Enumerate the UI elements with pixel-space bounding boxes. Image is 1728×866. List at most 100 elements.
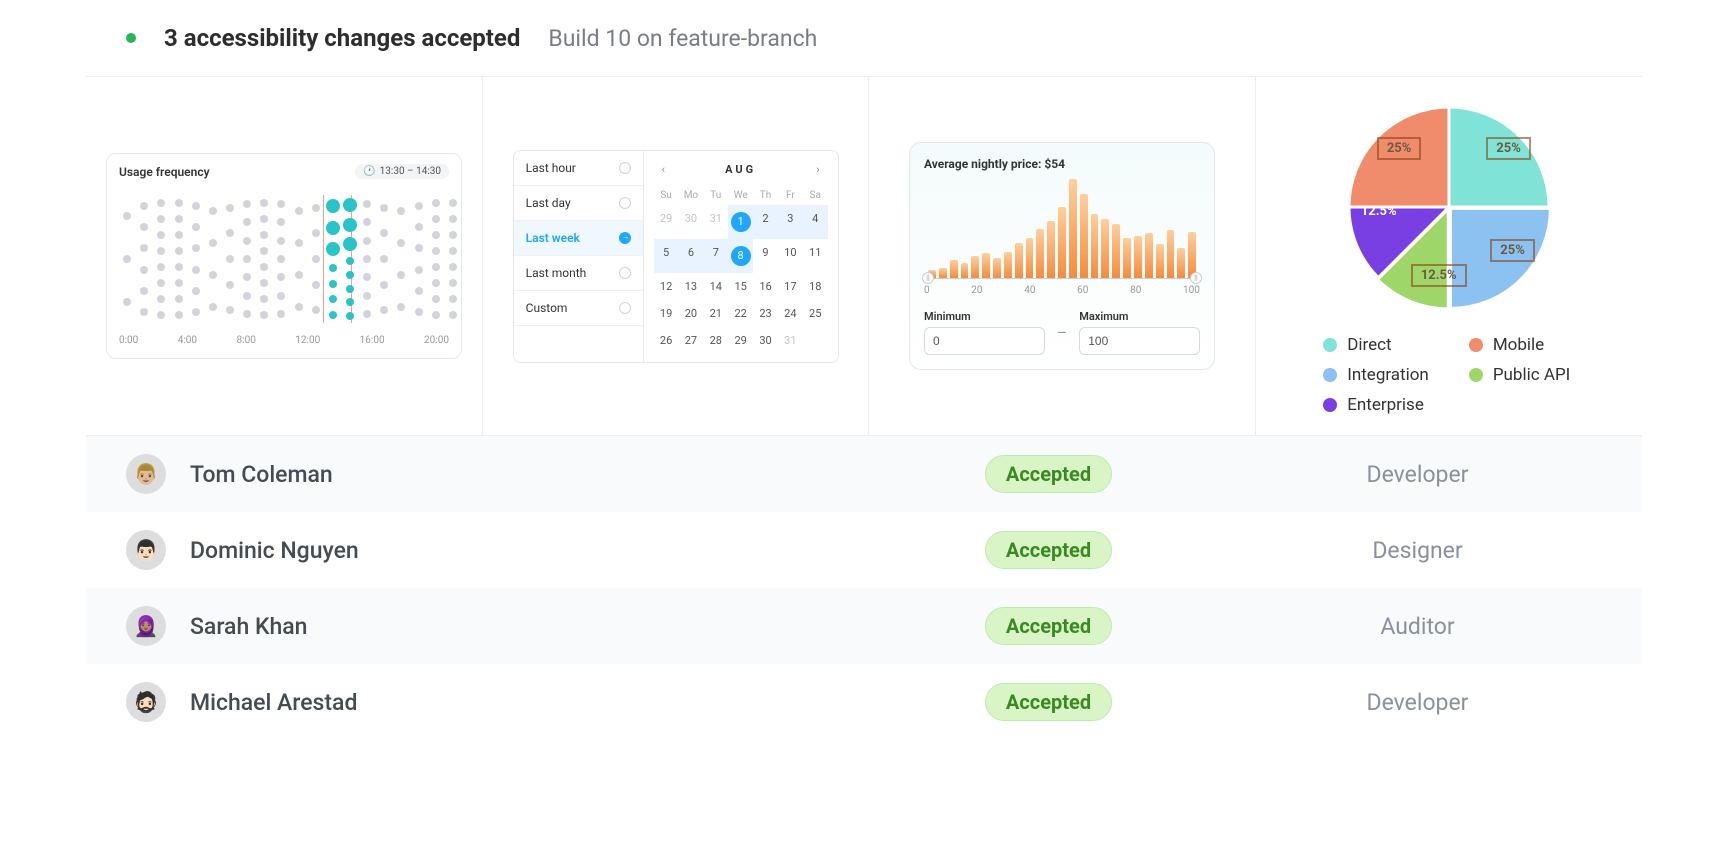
calendar-day[interactable]: 1 (728, 205, 753, 239)
chevron-left-icon[interactable]: ‹ (656, 161, 671, 178)
calendar-day[interactable]: 24 (778, 300, 803, 327)
app-root: 3 accessibility changes accepted Build 1… (86, 0, 1642, 740)
swatch-icon (1323, 338, 1337, 352)
status-dot-icon (126, 33, 136, 43)
status-badge: Accepted (985, 531, 1112, 569)
calendar-day[interactable]: 17 (778, 273, 803, 300)
reviewer-row: 🧔🏻Michael ArestadAcceptedDeveloper (86, 664, 1642, 740)
calendar-day[interactable]: 30 (753, 327, 778, 354)
calendar-day[interactable]: 20 (679, 300, 704, 327)
calendar-day[interactable]: 2 (753, 205, 778, 239)
chevron-right-icon[interactable]: › (810, 161, 825, 178)
preset-label: Custom (526, 301, 568, 315)
legend-label: Public API (1493, 365, 1570, 385)
radio-icon (619, 267, 631, 279)
calendar-card: Last hour Last dayLast week Last month Cust… (513, 150, 839, 363)
usage-column (378, 195, 390, 323)
pie-chart: 25% 25% 12.5% 12.5% 25% (1339, 97, 1559, 317)
calendar-day[interactable]: 31 (778, 327, 803, 354)
calendar-day[interactable]: 4 (803, 205, 828, 239)
usage-column (173, 195, 185, 323)
calendar-day[interactable]: 13 (679, 273, 704, 300)
histogram-bar (1112, 224, 1120, 278)
pie-card: 25% 25% 12.5% 12.5% 25% DirectMobileInte… (1323, 97, 1574, 415)
swatch-icon (1323, 398, 1337, 412)
calendar-day[interactable]: 31 (703, 205, 728, 239)
calendar-day[interactable]: 6 (679, 239, 704, 273)
dow-label: We (728, 186, 753, 205)
histogram-title: Average nightly price: $54 (924, 157, 1200, 171)
calendar-day[interactable]: 19 (654, 300, 679, 327)
calendar-day[interactable]: 8 (728, 239, 753, 273)
time-badge-text: 13:30 – 14:30 (380, 166, 441, 177)
calendar-day[interactable]: 29 (654, 205, 679, 239)
calendar-day[interactable]: 28 (703, 327, 728, 354)
calendar-preset[interactable]: Last week (514, 221, 643, 256)
axis-tick: 20 (971, 285, 982, 296)
calendar-day[interactable]: 22 (728, 300, 753, 327)
panel-histogram[interactable]: Average nightly price: $54 || || 0204060… (869, 77, 1255, 435)
slider-handle-max[interactable]: || (1190, 272, 1202, 284)
calendar-day[interactable]: 29 (728, 327, 753, 354)
axis-tick: 20:00 (424, 335, 449, 346)
panel-calendar[interactable]: Last hour Last dayLast week Last month Cust… (483, 77, 869, 435)
calendar-day[interactable]: 15 (728, 273, 753, 300)
calendar-day[interactable]: 9 (753, 239, 778, 273)
histogram-bar (1123, 238, 1131, 278)
preset-label: Last month (526, 266, 587, 280)
thumbnails-row: Usage frequency 🕐 13:30 – 14:30 0:004:00… (86, 77, 1642, 436)
calendar-day[interactable]: 5 (654, 239, 679, 273)
calendar-day[interactable]: 18 (803, 273, 828, 300)
axis-tick: 8:00 (237, 335, 256, 346)
calendar-day[interactable]: 23 (753, 300, 778, 327)
calendar-day[interactable]: 7 (703, 239, 728, 273)
histogram-plot: || || (924, 179, 1200, 279)
calendar-day[interactable]: 3 (778, 205, 803, 239)
calendar-day[interactable]: 26 (654, 327, 679, 354)
calendar-preset[interactable]: Last hour (514, 151, 643, 186)
legend-label: Integration (1347, 365, 1429, 385)
min-input[interactable] (924, 327, 1045, 355)
calendar-day[interactable]: 25 (803, 300, 828, 327)
calendar-day[interactable]: 10 (778, 239, 803, 273)
legend-label: Enterprise (1347, 395, 1424, 415)
reviewer-name: Michael Arestad (190, 689, 357, 716)
axis-tick: 0 (924, 285, 930, 296)
usage-column (430, 195, 442, 323)
calendar-day[interactable]: 27 (679, 327, 704, 354)
panel-pie[interactable]: 25% 25% 12.5% 12.5% 25% DirectMobileInte… (1256, 77, 1642, 435)
page-title: 3 accessibility changes accepted (164, 24, 520, 52)
preset-label: Last hour (526, 161, 576, 175)
axis-tick: 12:00 (295, 335, 320, 346)
calendar-day[interactable]: 14 (703, 273, 728, 300)
slice-label: 25% (1377, 137, 1422, 160)
calendar-day[interactable]: 16 (753, 273, 778, 300)
radio-icon (619, 162, 631, 174)
calendar-day[interactable]: 21 (703, 300, 728, 327)
calendar-preset[interactable]: Last month (514, 256, 643, 291)
histogram-bar (1080, 194, 1088, 278)
histogram-bar (1004, 252, 1012, 278)
axis-tick: 4:00 (178, 335, 197, 346)
usage-axis: 0:004:008:0012:0016:0020:00 (107, 329, 461, 358)
calendar-day[interactable]: 12 (654, 273, 679, 300)
usage-card: Usage frequency 🕐 13:30 – 14:30 0:004:00… (106, 153, 462, 359)
usage-column (241, 195, 253, 323)
reviewer-identity: 👨🏼 Tom Coleman (126, 454, 864, 494)
usage-column (413, 195, 425, 323)
calendar-day[interactable]: 11 (803, 239, 828, 273)
calendar-preset[interactable]: Last day (514, 186, 643, 221)
reviewer-name: Tom Coleman (190, 461, 333, 488)
usage-column (207, 195, 219, 323)
guide-line (323, 195, 324, 323)
slider-handle-min[interactable]: || (922, 272, 934, 284)
calendar-day[interactable]: 30 (679, 205, 704, 239)
histogram-bar (1167, 230, 1175, 278)
calendar-preset[interactable]: Custom (514, 291, 643, 326)
histogram-bar (1069, 179, 1077, 278)
status-col: Accepted (864, 683, 1233, 721)
status-badge: Accepted (985, 607, 1112, 645)
max-input[interactable] (1079, 327, 1200, 355)
avatar: 👨🏼 (126, 454, 166, 494)
panel-usage[interactable]: Usage frequency 🕐 13:30 – 14:30 0:004:00… (86, 77, 483, 435)
